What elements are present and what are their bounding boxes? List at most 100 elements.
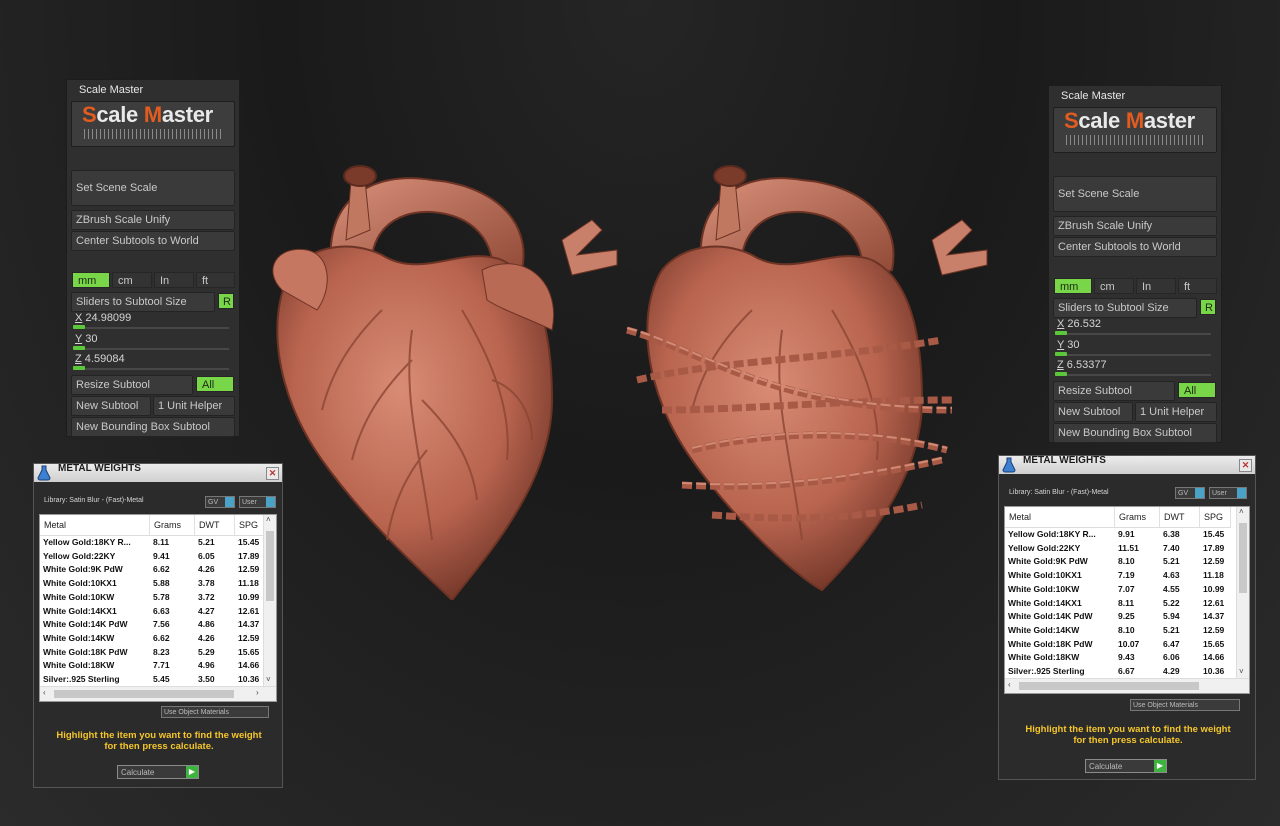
table-row[interactable]: White Gold:10KW 7.07 4.55 10.99 [1005, 583, 1231, 597]
resize-subtool-button[interactable]: Resize Subtool [71, 375, 193, 395]
table-row[interactable]: Yellow Gold:18KY R... 9.91 6.38 15.45 [1005, 528, 1231, 542]
unit-ft-toggle[interactable]: ft [196, 272, 235, 288]
new-bounding-box-subtool-button[interactable]: New Bounding Box Subtool [1053, 423, 1217, 443]
user-select[interactable]: User [239, 496, 276, 508]
table-row[interactable]: White Gold:10KW 5.78 3.72 10.99 [40, 591, 266, 605]
r-toggle[interactable]: R [218, 293, 234, 309]
new-subtool-button[interactable]: New Subtool [1053, 402, 1133, 422]
metal-weights-dialog-right: METAL WEIGHTS ✕ Library: Satin Blur - (F… [998, 455, 1256, 780]
table-row[interactable]: White Gold:18KW 9.43 6.06 14.66 [1005, 651, 1231, 665]
table-row[interactable]: White Gold:9K PdW 6.62 4.26 12.59 [40, 563, 266, 577]
unit-mm-toggle[interactable]: mm [1054, 278, 1092, 294]
all-toggle[interactable]: All [1178, 382, 1216, 398]
gv-select[interactable]: GV [205, 496, 235, 508]
zbrush-scale-unify-button[interactable]: ZBrush Scale Unify [1053, 216, 1217, 236]
metal-table[interactable]: Metal Grams DWT SPG Yellow Gold:18KY R..… [39, 514, 277, 702]
y-slider[interactable]: Y 30 [1053, 339, 1211, 357]
col-grams[interactable]: Grams [150, 515, 195, 535]
resize-subtool-button[interactable]: Resize Subtool [1053, 381, 1175, 401]
sliders-to-subtool-size-button[interactable]: Sliders to Subtool Size [71, 292, 215, 312]
close-icon[interactable]: ✕ [266, 467, 279, 480]
table-row[interactable]: Yellow Gold:22KY 11.51 7.40 17.89 [1005, 542, 1231, 556]
col-metal[interactable]: Metal [40, 515, 150, 535]
table-row[interactable]: White Gold:14KX1 8.11 5.22 12.61 [1005, 597, 1231, 611]
table-row[interactable]: Yellow Gold:22KY 9.41 6.05 17.89 [40, 550, 266, 564]
horizontal-scrollbar[interactable]: ‹ › [40, 686, 276, 701]
col-dwt[interactable]: DWT [1160, 507, 1200, 527]
unit-helper-button[interactable]: 1 Unit Helper [153, 396, 235, 416]
vertical-scrollbar[interactable]: ˄ ˅ [1236, 507, 1249, 679]
use-object-materials-select[interactable]: Use Object Materials [1130, 699, 1240, 711]
table-row[interactable]: White Gold:14KW 6.62 4.26 12.59 [40, 632, 266, 646]
col-grams[interactable]: Grams [1115, 507, 1160, 527]
col-metal[interactable]: Metal [1005, 507, 1115, 527]
zbrush-viewport[interactable]: Scale Master Scale Master Set Scene Scal… [0, 0, 1280, 826]
table-row[interactable]: White Gold:18K PdW 10.07 6.47 15.65 [1005, 638, 1231, 652]
anatomical-heart-model[interactable] [262, 160, 632, 600]
r-toggle[interactable]: R [1200, 299, 1216, 315]
col-spg[interactable]: SPG [235, 515, 266, 535]
table-cell: White Gold:14KW [43, 632, 115, 643]
set-scene-scale-button[interactable]: Set Scene Scale [71, 170, 235, 206]
table-row[interactable]: Yellow Gold:18KY R... 8.11 5.21 15.45 [40, 536, 266, 550]
table-row[interactable]: White Gold:10KX1 5.88 3.78 11.18 [40, 577, 266, 591]
table-row[interactable]: Silver:.925 Sterling 6.67 4.29 10.36 [1005, 665, 1231, 679]
table-cell: 3.72 [198, 591, 215, 602]
unit-cm-toggle[interactable]: cm [112, 272, 152, 288]
table-row[interactable]: White Gold:18KW 7.71 4.96 14.66 [40, 659, 266, 673]
table-cell: 14.66 [238, 660, 260, 671]
x-slider[interactable]: X 26.532 [1053, 318, 1211, 336]
calculate-button[interactable]: Calculate ▶ [1085, 759, 1167, 773]
col-dwt[interactable]: DWT [195, 515, 235, 535]
table-row[interactable]: White Gold:18K PdW 8.23 5.29 15.65 [40, 646, 266, 660]
z-value: 4.59084 [84, 353, 125, 365]
unit-cm-toggle[interactable]: cm [1094, 278, 1134, 294]
table-cell: 5.21 [198, 537, 215, 547]
table-cell: 5.78 [153, 591, 170, 602]
anatomical-heart-with-chain-model[interactable] [622, 160, 1012, 600]
all-toggle[interactable]: All [196, 376, 234, 392]
table-row[interactable]: White Gold:14KW 8.10 5.21 12.59 [1005, 624, 1231, 638]
table-row[interactable]: White Gold:14KX1 6.63 4.27 12.61 [40, 605, 266, 619]
table-row[interactable]: Silver:.925 Sterling 5.45 3.50 10.36 [40, 673, 266, 687]
use-object-materials-label: Use Object Materials [1133, 702, 1198, 709]
vertical-scrollbar[interactable]: ˄ ˅ [263, 515, 276, 687]
z-slider[interactable]: Z 4.59084 [71, 353, 229, 371]
x-slider[interactable]: X 24.98099 [71, 312, 229, 330]
center-subtools-button[interactable]: Center Subtools to World [1053, 237, 1217, 257]
set-scene-scale-button[interactable]: Set Scene Scale [1053, 176, 1217, 212]
unit-in-toggle[interactable]: In [1136, 278, 1176, 294]
new-bounding-box-subtool-button[interactable]: New Bounding Box Subtool [71, 417, 235, 437]
user-select[interactable]: User [1209, 487, 1247, 499]
unit-helper-button[interactable]: 1 Unit Helper [1135, 402, 1217, 422]
y-slider[interactable]: Y 30 [71, 333, 229, 351]
close-icon[interactable]: ✕ [1239, 459, 1252, 472]
table-cell: 10.36 [1203, 666, 1225, 676]
sliders-to-subtool-size-button[interactable]: Sliders to Subtool Size [1053, 298, 1197, 318]
zbrush-scale-unify-button[interactable]: ZBrush Scale Unify [71, 210, 235, 230]
table-cell: 7.71 [153, 660, 170, 671]
col-spg[interactable]: SPG [1200, 507, 1231, 527]
center-subtools-button[interactable]: Center Subtools to World [71, 231, 235, 251]
horizontal-scrollbar[interactable]: ‹ [1005, 678, 1249, 693]
use-object-materials-select[interactable]: Use Object Materials [161, 706, 269, 718]
x-label: X [75, 312, 83, 324]
table-row[interactable]: White Gold:14K PdW 7.56 4.86 14.37 [40, 618, 266, 632]
table-row[interactable]: White Gold:9K PdW 8.10 5.21 12.59 [1005, 555, 1231, 569]
table-row[interactable]: White Gold:10KX1 7.19 4.63 11.18 [1005, 569, 1231, 583]
unit-mm-toggle[interactable]: mm [72, 272, 110, 288]
scale-master-logo: Scale Master [1053, 107, 1217, 153]
table-cell: 4.26 [198, 564, 215, 575]
unit-in-toggle[interactable]: In [154, 272, 194, 288]
gv-select[interactable]: GV [1175, 487, 1205, 499]
new-subtool-button[interactable]: New Subtool [71, 396, 151, 416]
table-cell: 12.61 [1203, 597, 1225, 608]
unit-ft-toggle[interactable]: ft [1178, 278, 1217, 294]
z-slider[interactable]: Z 6.53377 [1053, 359, 1211, 377]
table-row[interactable]: White Gold:14K PdW 9.25 5.94 14.37 [1005, 610, 1231, 624]
table-cell: 6.62 [153, 632, 170, 643]
calculate-button[interactable]: Calculate ▶ [117, 765, 199, 779]
scale-master-panel-left: Scale Master Scale Master Set Scene Scal… [66, 79, 240, 437]
hint-line2: for then press calculate. [104, 741, 214, 752]
metal-table[interactable]: Metal Grams DWT SPG Yellow Gold:18KY R..… [1004, 506, 1250, 694]
